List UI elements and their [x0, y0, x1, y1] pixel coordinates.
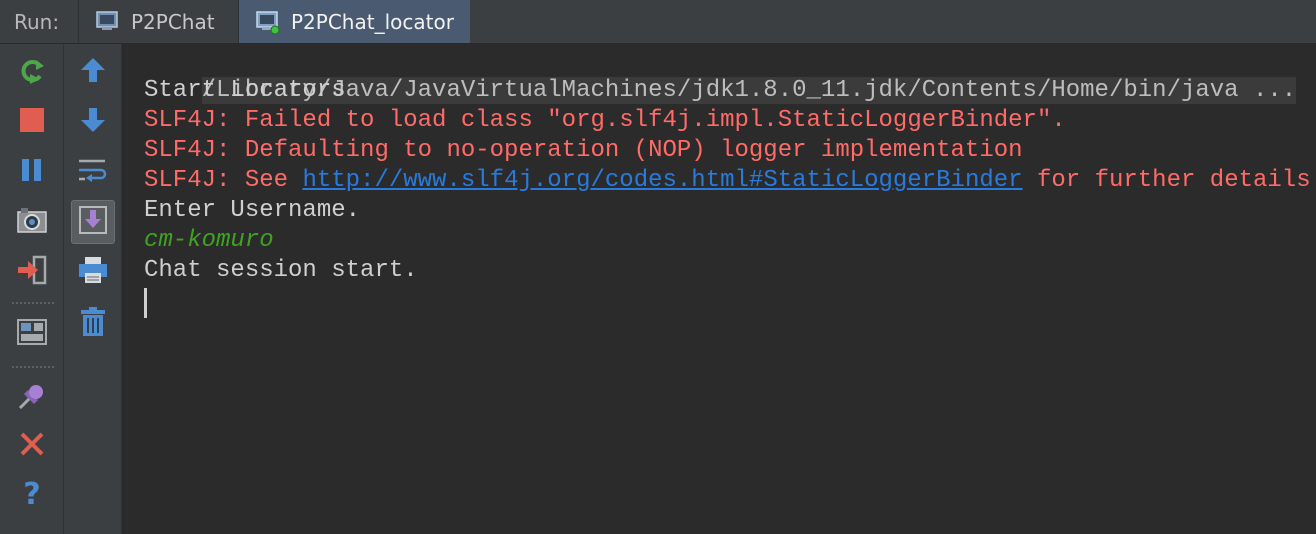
run-config-icon: [95, 9, 121, 35]
exit-icon: [16, 255, 48, 290]
run-toolbar-primary: ?: [0, 44, 64, 534]
soft-wrap-icon: [77, 156, 109, 189]
close-icon: [19, 431, 45, 462]
run-config-icon: [255, 9, 281, 35]
stop-icon: [18, 106, 46, 139]
error-text: for further details.: [1022, 167, 1316, 194]
slf4j-link[interactable]: http://www.slf4j.org/codes.html#StaticLo…: [302, 167, 1022, 194]
pin-icon: [16, 380, 48, 417]
command-line[interactable]: /Library/Java/JavaVirtualMachines/jdk1.8…: [201, 77, 1297, 104]
toolbar-separator: [12, 302, 54, 304]
run-label: Run:: [14, 9, 60, 34]
tab-label: P2PChat: [131, 9, 215, 34]
console-error-line: SLF4J: See http://www.slf4j.org/codes.ht…: [144, 166, 1316, 196]
print-button[interactable]: [71, 250, 115, 294]
scroll-to-end-icon: [78, 205, 108, 240]
error-text: SLF4J: See: [144, 167, 303, 194]
rerun-button[interactable]: [10, 50, 54, 94]
close-button[interactable]: [10, 424, 54, 468]
console-line: /Library/Java/JavaVirtualMachines/jdk1.8…: [144, 46, 1316, 104]
console-toolbar: [64, 44, 122, 534]
camera-icon: [16, 206, 48, 239]
clear-all-button[interactable]: [71, 302, 115, 346]
exit-button[interactable]: [10, 250, 54, 294]
pin-tab-button[interactable]: [10, 376, 54, 420]
restore-layout-button[interactable]: [10, 312, 54, 356]
arrow-down-icon: [79, 106, 107, 139]
scroll-to-end-button[interactable]: [71, 200, 115, 244]
console-error-line: SLF4J: Defaulting to no-operation (NOP) …: [144, 137, 1023, 164]
pause-button[interactable]: [10, 150, 54, 194]
soft-wrap-button[interactable]: [71, 150, 115, 194]
text-caret: [144, 288, 147, 318]
console-line: Enter Username.: [144, 197, 361, 224]
print-icon: [77, 255, 109, 290]
next-occurrence-button[interactable]: [71, 100, 115, 144]
dump-threads-button[interactable]: [10, 200, 54, 244]
arrow-up-icon: [79, 56, 107, 89]
console-error-line: SLF4J: Failed to load class "org.slf4j.i…: [144, 107, 1066, 134]
rerun-icon: [16, 54, 48, 91]
pause-icon: [18, 156, 46, 189]
tab-label: P2PChat_locator: [291, 9, 454, 34]
run-tab-bar: Run: P2PChat P2PChat_locator: [0, 0, 1316, 44]
console-line: Chat session start.: [144, 257, 418, 284]
console-output[interactable]: /Library/Java/JavaVirtualMachines/jdk1.8…: [122, 44, 1316, 534]
help-button[interactable]: ?: [10, 472, 54, 516]
tab-p2pchat[interactable]: P2PChat: [78, 0, 238, 43]
tab-p2pchat-locator[interactable]: P2PChat_locator: [238, 0, 470, 43]
help-icon: ?: [23, 476, 41, 512]
trash-icon: [79, 306, 107, 343]
stop-button[interactable]: [10, 100, 54, 144]
toolbar-separator: [12, 366, 54, 368]
previous-occurrence-button[interactable]: [71, 50, 115, 94]
layout-icon: [16, 317, 48, 352]
user-input-line: cm-komuro: [144, 227, 274, 254]
